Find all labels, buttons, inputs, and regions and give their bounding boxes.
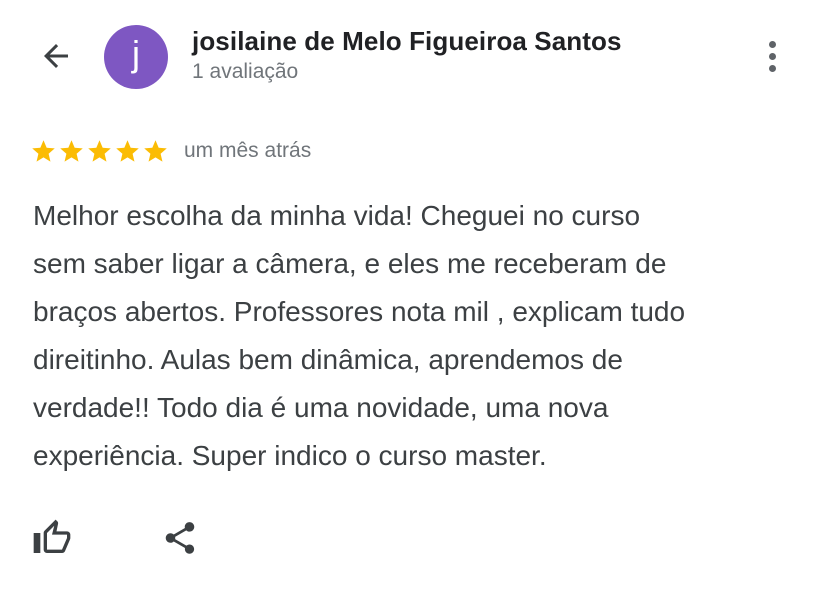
share-icon [165,522,195,554]
star-icon [116,139,139,162]
review-text-line: experiência. Super indico o curso master… [33,440,547,471]
review-text-line: verdade!! Todo dia é uma novidade, uma n… [33,392,609,423]
star-icon [32,139,55,162]
reviewer-header: j josilaine de Melo Figueiroa Santos 1 a… [0,0,828,110]
star-icon [88,139,111,162]
review-text: Melhor escolha da minha vida! Cheguei no… [33,192,803,480]
review-text-line: direitinho. Aulas bem dinâmica, aprendem… [33,344,623,375]
review-text-line: braços abertos. Professores nota mil , e… [33,296,686,327]
share-button[interactable] [158,516,202,560]
back-button[interactable] [34,34,78,78]
avatar[interactable]: j [104,25,168,89]
like-button[interactable] [30,516,74,560]
review-count: 1 avaliação [192,60,299,83]
avatar-letter: j [132,33,140,74]
more-vert-icon [768,40,776,48]
thumb-up-icon [33,519,71,553]
star-icon [60,139,83,162]
review-text-line: sem saber ligar a câmera, e eles me rece… [33,248,667,279]
more-options-button[interactable] [752,34,792,78]
reviewer-name[interactable]: josilaine de Melo Figueiroa Santos [192,26,622,57]
star-icon [144,139,167,162]
arrow-back-icon [44,44,68,68]
star-rating [30,138,170,165]
review-date: um mês atrás [184,139,312,162]
more-vert-icon-dot [768,64,776,72]
rating-row: um mês atrás [30,134,311,168]
review-text-line: Melhor escolha da minha vida! Cheguei no… [33,200,641,231]
more-vert-icon-dot [768,52,776,60]
